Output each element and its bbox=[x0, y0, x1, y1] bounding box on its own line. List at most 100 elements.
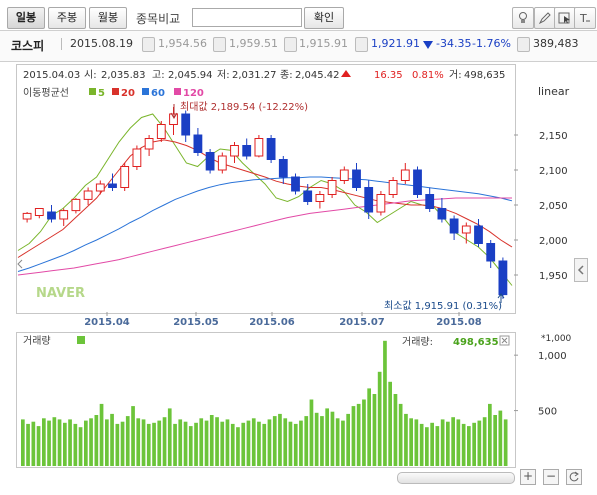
volume-bar bbox=[209, 415, 214, 466]
volume-swatch bbox=[77, 336, 85, 344]
volume-bar bbox=[68, 419, 72, 466]
volume-bar bbox=[89, 418, 93, 466]
up-arrow-icon bbox=[341, 70, 351, 77]
x-tick-label: 2015.08 bbox=[436, 317, 482, 328]
volume-bar bbox=[488, 403, 492, 466]
candle-body bbox=[291, 176, 300, 192]
max-annotation: 최대값 2,189.54 (-12.22%) bbox=[180, 101, 308, 113]
date-axis: 2015.04 2015.05 2015.06 2015.07 2015.08 bbox=[84, 312, 482, 328]
info-volume-label: 거: bbox=[449, 69, 462, 81]
candle-body bbox=[242, 145, 252, 157]
volume-bar bbox=[498, 410, 503, 466]
volume-bar bbox=[283, 418, 288, 466]
volume-bar bbox=[204, 420, 209, 466]
volume-bar bbox=[52, 417, 57, 466]
volume-bar bbox=[419, 423, 424, 466]
candle-body bbox=[339, 169, 349, 181]
candle-body bbox=[34, 208, 44, 216]
info-low-label: 저: bbox=[217, 69, 230, 81]
volume-bar bbox=[152, 422, 156, 466]
candle-body bbox=[193, 134, 203, 153]
volume-bar bbox=[377, 371, 382, 466]
volume-bar bbox=[105, 419, 109, 466]
candle-body bbox=[95, 183, 105, 192]
volume-bar bbox=[272, 416, 277, 466]
volume-bar bbox=[472, 422, 476, 466]
volume-bar bbox=[199, 418, 204, 466]
candlesticks bbox=[22, 107, 508, 299]
candle-body bbox=[461, 225, 471, 234]
refresh-button[interactable] bbox=[566, 469, 582, 485]
candle-body bbox=[217, 155, 227, 171]
min-annotation: 최소값 1,915.91 (0.31%) bbox=[384, 300, 502, 312]
volume-bar bbox=[451, 417, 455, 466]
volume-bar bbox=[398, 403, 403, 466]
candle-body bbox=[22, 212, 32, 220]
ma5-label: 5 bbox=[98, 88, 105, 99]
candle-body bbox=[108, 183, 117, 188]
info-high: 2,045.94 bbox=[168, 70, 213, 81]
candle-body bbox=[120, 166, 130, 188]
volume-bar bbox=[299, 420, 303, 466]
candle-body bbox=[474, 225, 483, 244]
volume-bar bbox=[183, 421, 188, 466]
volume-bar bbox=[330, 411, 335, 466]
volume-bar bbox=[110, 413, 114, 466]
volume-bar bbox=[220, 421, 225, 466]
volume-bar bbox=[314, 412, 319, 466]
volume-label: 거래량: bbox=[402, 336, 433, 348]
volume-bar bbox=[94, 415, 99, 466]
candle-body bbox=[71, 198, 81, 212]
volume-bar bbox=[467, 426, 471, 466]
volume-bar bbox=[383, 340, 387, 466]
candle-body bbox=[303, 190, 313, 202]
candle-body bbox=[266, 138, 276, 160]
volume-bar bbox=[78, 427, 83, 466]
volume-bar bbox=[325, 408, 329, 466]
volume-bar bbox=[125, 416, 130, 466]
volume-bar bbox=[57, 419, 62, 466]
y-tick-label: 2,150 bbox=[539, 131, 568, 142]
volume-bar bbox=[131, 406, 135, 466]
volume-bar bbox=[461, 423, 466, 466]
zoom-out-button[interactable]: − bbox=[543, 469, 559, 485]
ma20-label: 20 bbox=[121, 88, 135, 99]
scale-label[interactable]: linear bbox=[538, 85, 570, 98]
candle-body bbox=[413, 169, 422, 195]
horizontal-scrollbar[interactable] bbox=[397, 472, 515, 484]
info-low: 2,031.27 bbox=[232, 70, 277, 81]
volume-bar bbox=[267, 419, 272, 466]
info-close-label: 종: bbox=[280, 69, 293, 81]
volume-bar bbox=[414, 419, 419, 466]
volume-bar bbox=[278, 413, 282, 466]
candle-body bbox=[278, 159, 288, 178]
volume-bar bbox=[84, 420, 88, 466]
info-volume: 498,635 bbox=[464, 70, 505, 81]
volume-bar bbox=[157, 420, 162, 466]
volume-bar bbox=[99, 403, 104, 466]
volume-bar bbox=[440, 419, 445, 466]
zoom-in-button[interactable]: + bbox=[520, 469, 536, 485]
volume-bar bbox=[430, 422, 434, 466]
volume-bar bbox=[173, 423, 177, 466]
volume-bar bbox=[335, 418, 340, 466]
volume-bar bbox=[293, 423, 298, 466]
volume-bar bbox=[425, 427, 429, 466]
candle-body bbox=[59, 210, 69, 220]
y-tick-label: 2,050 bbox=[539, 201, 568, 212]
info-close: 2,045.42 bbox=[295, 70, 340, 81]
volume-bar bbox=[225, 419, 230, 466]
candle-body bbox=[144, 138, 154, 150]
volume-bar bbox=[367, 388, 371, 466]
info-open-label: 시: bbox=[84, 69, 97, 81]
volume-bar bbox=[393, 394, 398, 466]
volume-bar bbox=[141, 419, 146, 466]
info-change-rate: 0.81% bbox=[412, 70, 444, 81]
volume-bar bbox=[493, 415, 497, 466]
candle-body bbox=[352, 169, 361, 188]
volume-bar bbox=[503, 419, 508, 466]
volume-y-tick-label: 1,000 bbox=[538, 351, 567, 362]
y-tick-label: 2,100 bbox=[539, 166, 568, 177]
candle-body bbox=[364, 187, 374, 213]
volume-bar bbox=[47, 420, 51, 466]
